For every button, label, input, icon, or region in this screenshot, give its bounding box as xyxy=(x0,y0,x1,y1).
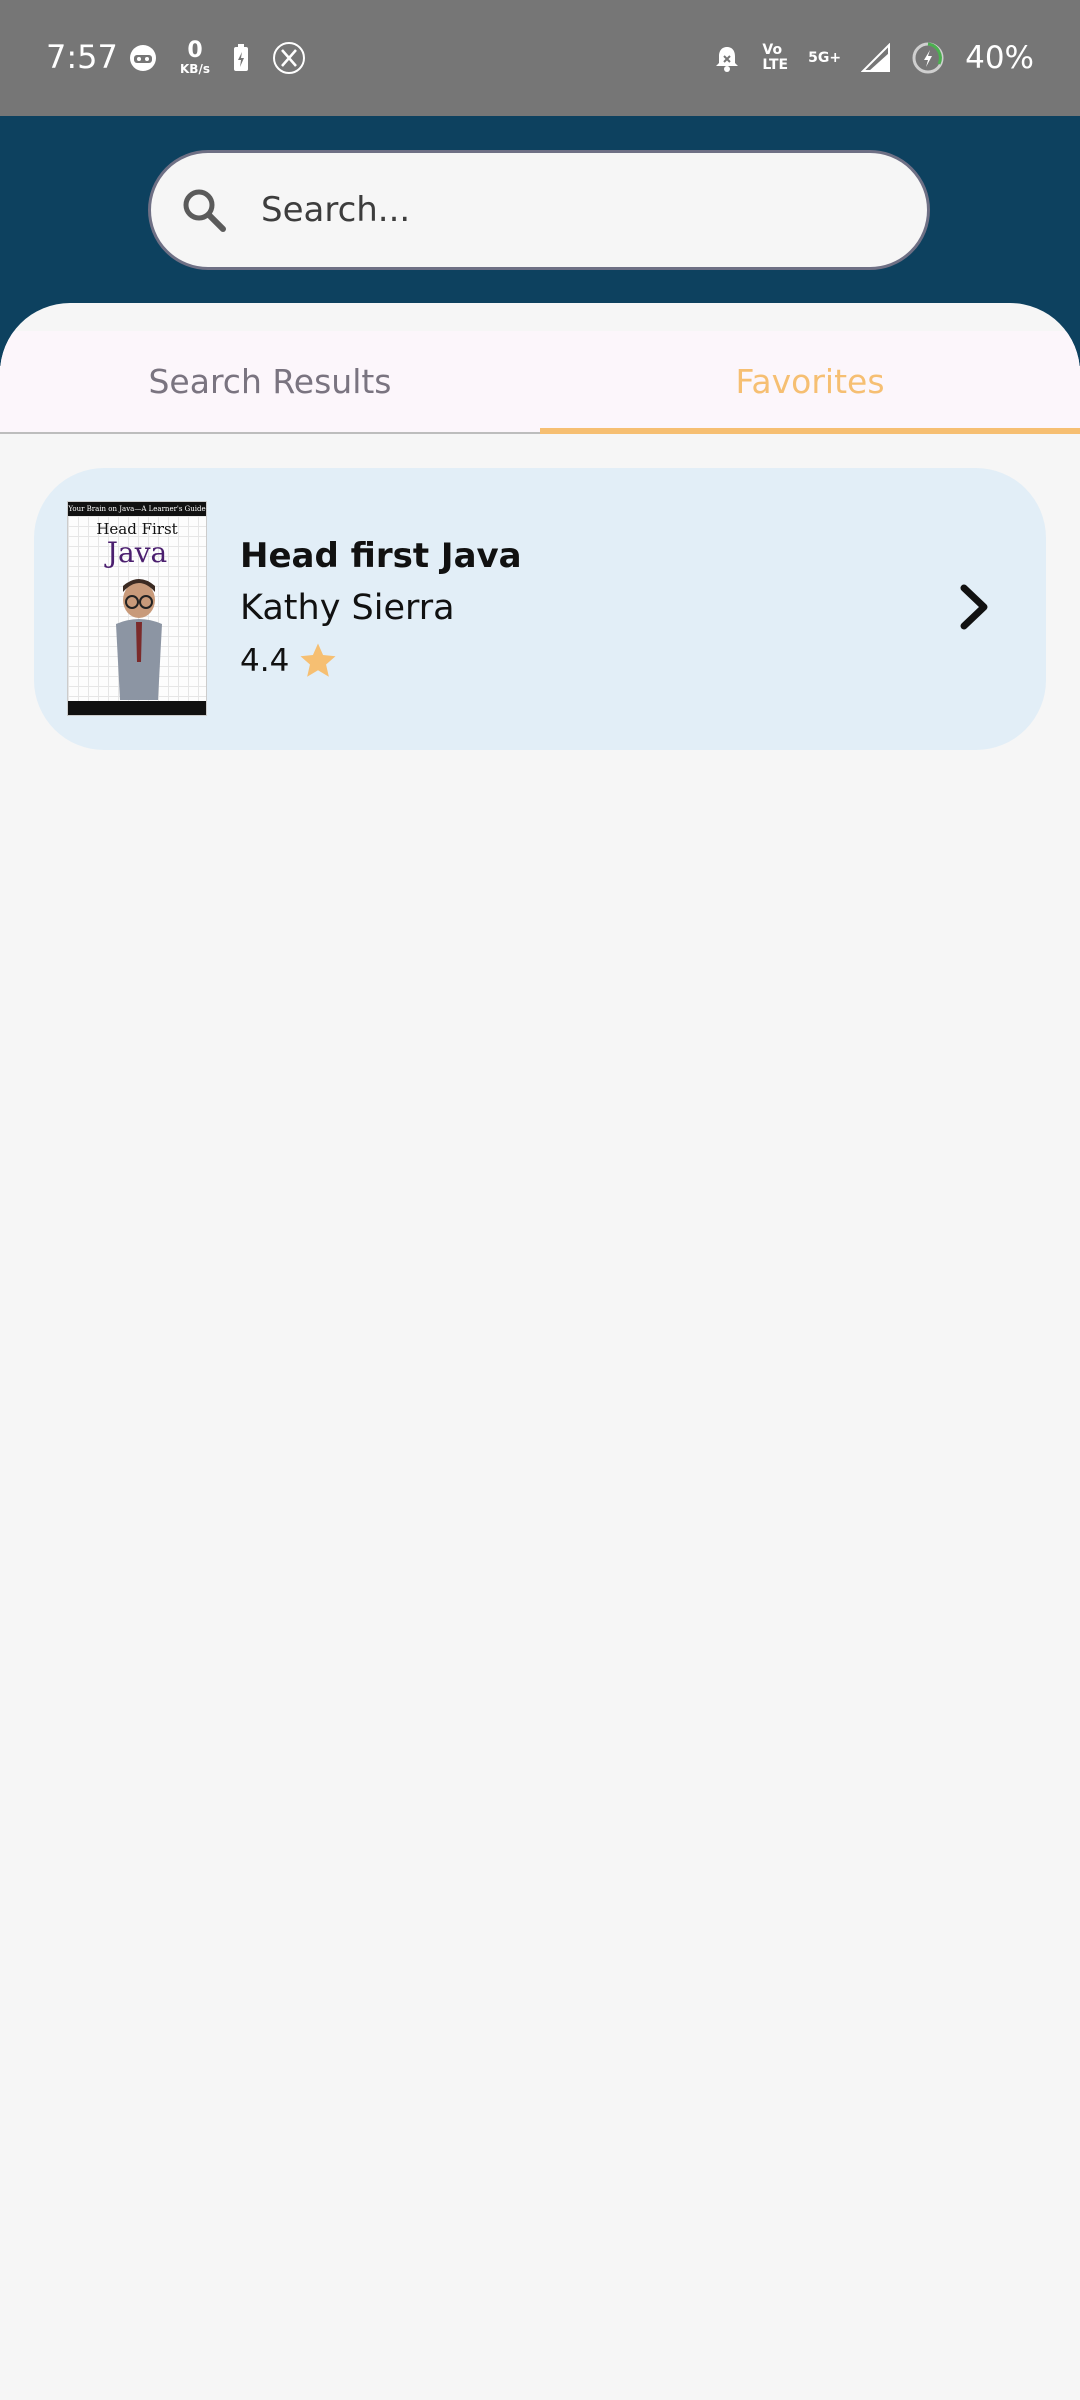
search-bar[interactable] xyxy=(148,150,930,270)
book-author: Kathy Sierra xyxy=(240,588,455,628)
tab-favorites[interactable]: Favorites xyxy=(540,331,1080,434)
tab-search-results[interactable]: Search Results xyxy=(0,331,540,432)
book-rating: 4.4 xyxy=(240,640,339,682)
tab-bar: Search Results Favorites xyxy=(0,331,1080,434)
face-icon xyxy=(130,45,156,71)
cover-bottom-strip xyxy=(68,701,206,715)
network-type: 5G+ xyxy=(808,49,842,66)
cover-java: Java xyxy=(106,536,168,569)
net-speed-unit: KB/s xyxy=(180,62,210,76)
search-input[interactable] xyxy=(261,175,881,245)
net-speed-value: 0 xyxy=(187,38,203,63)
net-speed: 0 KB/s xyxy=(180,38,210,77)
status-left-icons: 0 KB/s xyxy=(128,40,306,76)
cover-top-text: Your Brain on Java—A Learner's Guide xyxy=(68,502,206,516)
status-time: 7:57 xyxy=(46,38,118,76)
content-sheet: Search Results Favorites Your Brain on J… xyxy=(0,303,1080,2400)
book-title: Head first Java xyxy=(240,536,522,576)
battery-saver-icon xyxy=(233,44,248,71)
alarm-icon xyxy=(716,47,739,72)
status-bar: 7:57 0 KB/s Vo LTE 5G+ 40% xyxy=(0,0,1080,116)
chevron-right-icon[interactable] xyxy=(954,582,994,632)
rating-value: 4.4 xyxy=(240,643,290,679)
battery-percent: 40% xyxy=(965,40,1034,76)
x-app-icon xyxy=(272,42,305,74)
book-cover-image: Your Brain on Java—A Learner's Guide Hea… xyxy=(67,501,207,716)
cover-figure xyxy=(116,579,162,700)
search-icon[interactable] xyxy=(181,187,227,233)
favorite-book-card[interactable]: Your Brain on Java—A Learner's Guide Hea… xyxy=(34,468,1046,750)
volte-bottom: LTE xyxy=(762,57,789,73)
signal-icon xyxy=(861,43,891,72)
battery-charging-icon xyxy=(912,42,944,74)
volte-icon: Vo LTE xyxy=(762,43,788,73)
status-right-icons: Vo LTE 5G+ 40% xyxy=(712,40,1034,76)
volte-top: Vo xyxy=(762,42,783,58)
star-icon xyxy=(300,643,336,677)
